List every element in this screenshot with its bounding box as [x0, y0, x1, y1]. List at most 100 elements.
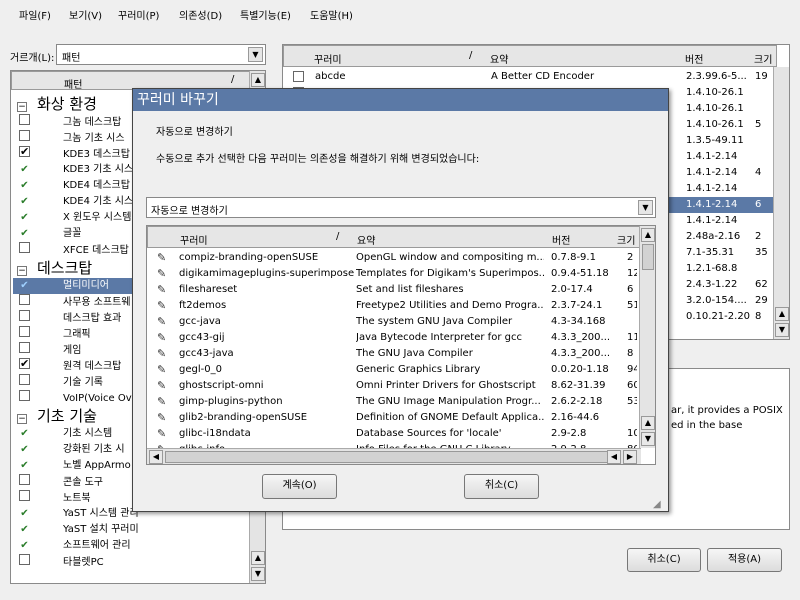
- install-check-icon[interactable]: ✔: [19, 524, 30, 535]
- scroll-up-icon[interactable]: ▲: [641, 416, 655, 430]
- resize-grip-icon[interactable]: ◢: [653, 499, 665, 511]
- checkbox[interactable]: [19, 130, 30, 141]
- dialog-cancel-button[interactable]: 취소(C): [464, 474, 539, 499]
- checkbox[interactable]: [19, 342, 30, 353]
- install-check-icon[interactable]: ✔: [19, 428, 30, 439]
- filter-select[interactable]: 패턴 ▼: [56, 44, 266, 65]
- scroll-up-icon[interactable]: ▲: [775, 307, 789, 321]
- dialog-package-row[interactable]: ✎ gcc43-java The GNU Java Compiler 4.3.3_20…: [149, 346, 637, 362]
- checkbox[interactable]: [19, 490, 30, 501]
- menu-help[interactable]: 도움말(H): [310, 7, 353, 22]
- checkbox[interactable]: [19, 114, 30, 125]
- scroll-left-icon[interactable]: ◀: [607, 450, 621, 464]
- install-check-icon[interactable]: ✔: [19, 164, 30, 175]
- menu-file[interactable]: 파일(F): [19, 7, 51, 22]
- col-package[interactable]: 꾸러미: [314, 51, 342, 66]
- chevron-down-icon[interactable]: ▼: [248, 47, 263, 62]
- col-version[interactable]: 버전: [552, 232, 570, 247]
- menu-view[interactable]: 보기(V): [69, 7, 102, 22]
- menu-dependencies[interactable]: 의존성(D): [179, 7, 222, 22]
- checkbox[interactable]: [19, 242, 30, 253]
- scroll-up-icon[interactable]: ▲: [251, 73, 265, 87]
- checkbox[interactable]: [19, 474, 30, 485]
- checkbox[interactable]: [19, 374, 30, 385]
- pattern-item[interactable]: 타블렛PC: [13, 554, 249, 570]
- update-icon[interactable]: ✎: [157, 282, 166, 298]
- install-check-icon[interactable]: ✔: [19, 540, 30, 551]
- scroll-right-icon[interactable]: ▶: [623, 450, 637, 464]
- update-icon[interactable]: ✎: [157, 298, 166, 314]
- package-scrollbar[interactable]: ▲ ▼: [773, 67, 789, 339]
- scroll-up-icon[interactable]: ▲: [641, 228, 655, 242]
- update-icon[interactable]: ✎: [157, 378, 166, 394]
- chevron-down-icon[interactable]: ▼: [638, 200, 653, 215]
- checkbox[interactable]: [19, 358, 30, 372]
- dialog-package-row[interactable]: ✎ fileshareset Set and list fileshares 2.0-…: [149, 282, 637, 298]
- checkbox[interactable]: [19, 390, 30, 401]
- checkbox[interactable]: [19, 146, 30, 160]
- pattern-item[interactable]: ✔ 소프트웨어 관리: [13, 538, 249, 554]
- package-row[interactable]: abcde A Better CD Encoder 2.3.99.6-5... 19: [285, 69, 773, 85]
- update-icon[interactable]: ✎: [157, 330, 166, 346]
- col-size[interactable]: 크기: [617, 232, 635, 247]
- col-version[interactable]: 버전: [685, 51, 703, 66]
- checkbox[interactable]: [19, 310, 30, 321]
- dialog-title-bar[interactable]: 꾸러미 바꾸기: [133, 89, 668, 111]
- collapse-icon[interactable]: −: [17, 414, 27, 424]
- install-check-icon[interactable]: ✔: [19, 228, 30, 239]
- update-icon[interactable]: ✎: [157, 410, 166, 426]
- dialog-package-row[interactable]: ✎ gimp-plugins-python The GNU Image Manipu…: [149, 394, 637, 410]
- col-package[interactable]: 꾸러미: [180, 232, 208, 247]
- scroll-down-icon[interactable]: ▼: [251, 567, 265, 581]
- install-check-icon[interactable]: ✔: [19, 508, 30, 519]
- main-cancel-button[interactable]: 취소(C): [627, 548, 701, 572]
- scroll-down-icon[interactable]: ▼: [641, 432, 655, 446]
- update-icon[interactable]: ✎: [157, 426, 166, 442]
- dialog-package-row[interactable]: ✎ glibc-i18ndata Database Sources for 'loc…: [149, 426, 637, 442]
- update-icon[interactable]: ✎: [157, 362, 166, 378]
- install-check-icon[interactable]: ✔: [19, 444, 30, 455]
- dialog-package-row[interactable]: ✎ ghostscript-omni Omni Printer Drivers fo…: [149, 378, 637, 394]
- menu-extras[interactable]: 특별기능(E): [240, 7, 291, 22]
- collapse-icon[interactable]: −: [17, 102, 27, 112]
- col-size[interactable]: 크기: [754, 51, 772, 66]
- change-mode-select[interactable]: 자동으로 변경하기 ▼: [146, 197, 656, 218]
- dialog-hscrollbar[interactable]: ◀ ◀ ▶: [147, 448, 641, 464]
- dialog-package-row[interactable]: ✎ gegl-0_0 Generic Graphics Library 0.0.20-…: [149, 362, 637, 378]
- update-icon[interactable]: ✎: [157, 266, 166, 282]
- package-version: 1.4.1-2.14: [686, 167, 738, 178]
- update-icon[interactable]: ✎: [157, 346, 166, 362]
- collapse-icon[interactable]: −: [17, 266, 27, 276]
- update-icon[interactable]: ✎: [157, 394, 166, 410]
- checkbox[interactable]: [19, 294, 30, 305]
- continue-button[interactable]: 계속(O): [262, 474, 337, 499]
- dialog-package-row[interactable]: ✎ gcc-java The system GNU Java Compiler 4.3…: [149, 314, 637, 330]
- dialog-vscrollbar[interactable]: ▲ ▲ ▼: [639, 226, 655, 448]
- dialog-package-row[interactable]: ✎ ft2demos Freetype2 Utilities and Demo Pr…: [149, 298, 637, 314]
- scroll-down-icon[interactable]: ▼: [775, 323, 789, 337]
- hscroll-thumb[interactable]: [165, 451, 611, 463]
- update-icon[interactable]: ✎: [157, 314, 166, 330]
- checkbox[interactable]: [19, 326, 30, 337]
- scroll-up-icon[interactable]: ▲: [251, 551, 265, 565]
- pattern-item[interactable]: ✔ YaST 설치 꾸러미: [13, 522, 249, 538]
- scroll-thumb[interactable]: [642, 244, 654, 270]
- install-check-icon[interactable]: ✔: [19, 196, 30, 207]
- dialog-package-table[interactable]: 꾸러미 / 요약 버전 크기 ✎ compiz-branding-openSUSE…: [146, 225, 656, 465]
- menu-package[interactable]: 꾸러미(P): [118, 7, 159, 22]
- dialog-package-row[interactable]: ✎ digikamimageplugins-superimpose Template…: [149, 266, 637, 282]
- install-check-icon[interactable]: ✔: [19, 180, 30, 191]
- install-check-icon[interactable]: ✔: [19, 460, 30, 471]
- checkbox[interactable]: [293, 71, 304, 82]
- install-check-icon[interactable]: ✔: [19, 212, 30, 223]
- install-check-icon[interactable]: ✔: [19, 280, 30, 291]
- dialog-package-row[interactable]: ✎ gcc43-gij Java Bytecode Interpreter for …: [149, 330, 637, 346]
- dialog-package-row[interactable]: ✎ compiz-branding-openSUSE OpenGL window a…: [149, 250, 637, 266]
- dialog-package-row[interactable]: ✎ glib2-branding-openSUSE Definition of GN…: [149, 410, 637, 426]
- checkbox[interactable]: [19, 554, 30, 565]
- col-summary[interactable]: 요약: [490, 51, 508, 66]
- col-summary[interactable]: 요약: [357, 232, 375, 247]
- main-apply-button[interactable]: 적용(A): [707, 548, 782, 572]
- scroll-left-icon[interactable]: ◀: [149, 450, 163, 464]
- update-icon[interactable]: ✎: [157, 250, 166, 266]
